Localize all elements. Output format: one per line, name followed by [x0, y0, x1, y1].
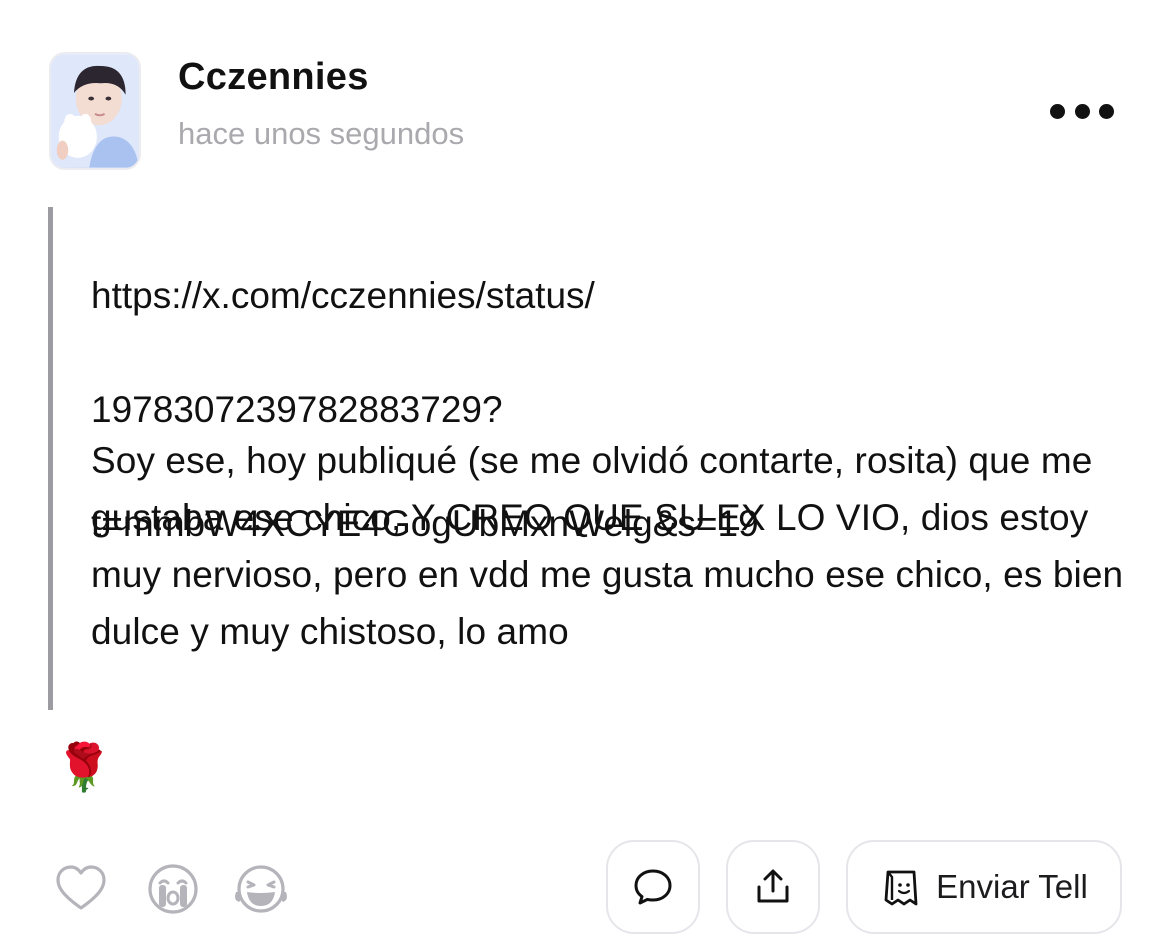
more-horizontal-icon-dot — [1074, 103, 1090, 119]
rose-emoji: 🌹 — [55, 741, 113, 793]
tell-bag-icon — [884, 870, 918, 906]
avatar[interactable] — [49, 52, 141, 170]
more-horizontal-icon-dot — [1099, 103, 1114, 119]
more-options-button[interactable] — [1044, 94, 1120, 128]
quote-line: https://x.com/cczennies/status/ — [91, 275, 595, 316]
crying-face-icon[interactable] — [146, 862, 200, 916]
quote-line: 1978307239782883729? — [91, 389, 503, 430]
laughing-face-icon[interactable] — [234, 862, 288, 916]
comment-bubble-icon — [634, 869, 672, 905]
heart-icon[interactable] — [54, 862, 108, 916]
avatar-photo — [51, 54, 139, 168]
more-horizontal-icon — [1050, 103, 1065, 119]
send-tell-label: Enviar Tell — [936, 868, 1088, 905]
share-button[interactable] — [726, 840, 820, 934]
send-tell-button[interactable]: Enviar Tell — [846, 840, 1122, 934]
comment-button[interactable] — [606, 840, 700, 934]
post-body: Soy ese, hoy publiqué (se me olvidó cont… — [91, 440, 1124, 652]
author-name[interactable]: Cczennies — [178, 56, 369, 99]
share-icon — [757, 869, 789, 903]
quote-bar — [48, 207, 53, 710]
post-timestamp: hace unos segundos — [178, 116, 465, 151]
